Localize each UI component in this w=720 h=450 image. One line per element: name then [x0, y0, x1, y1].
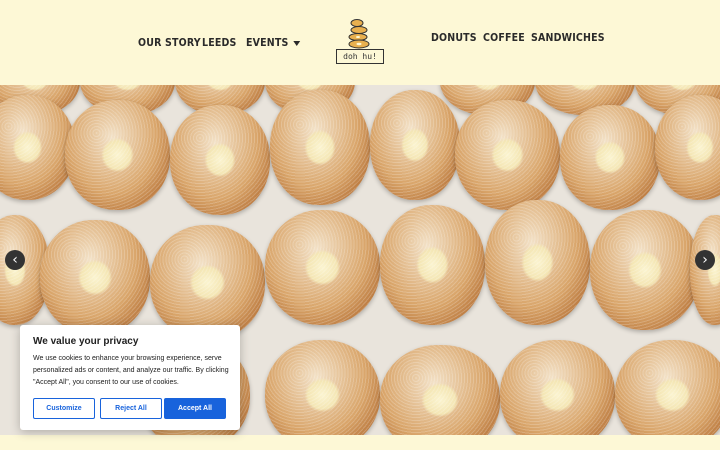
- reject-all-button[interactable]: Reject All: [100, 398, 162, 419]
- nav-our-story[interactable]: OUR STORY: [138, 36, 201, 49]
- cookie-banner-text: We use cookies to enhance your browsing …: [33, 355, 229, 386]
- nav-coffee[interactable]: COFFEE: [483, 31, 525, 44]
- cookie-banner-title: We value your privacy: [33, 336, 139, 347]
- accept-all-button[interactable]: Accept All: [164, 398, 226, 419]
- nav-donuts[interactable]: DONUTS: [431, 31, 477, 44]
- customize-button[interactable]: Customize: [33, 398, 95, 419]
- nav-sandwiches[interactable]: SANDWICHES: [531, 31, 605, 44]
- donut-stack-icon: [348, 19, 370, 49]
- nav-events-label: EVENTS: [246, 36, 289, 49]
- site-header: OUR STORY LEEDS EVENTS doh hu! DONUTS CO…: [0, 0, 720, 85]
- logo-wordmark: doh hu!: [336, 49, 384, 64]
- slider-prev-button[interactable]: ‹: [5, 250, 25, 270]
- nav-leeds[interactable]: LEEDS: [202, 36, 236, 49]
- nav-events[interactable]: EVENTS: [246, 36, 301, 49]
- page-bottom-strip: [0, 435, 720, 450]
- chevron-left-icon: ‹: [12, 252, 18, 268]
- site-logo[interactable]: doh hu!: [336, 18, 384, 64]
- cookie-consent-banner: We value your privacy We use cookies to …: [20, 325, 240, 430]
- slider-next-button[interactable]: ›: [695, 250, 715, 270]
- chevron-down-icon: [293, 40, 301, 46]
- chevron-right-icon: ›: [702, 252, 708, 268]
